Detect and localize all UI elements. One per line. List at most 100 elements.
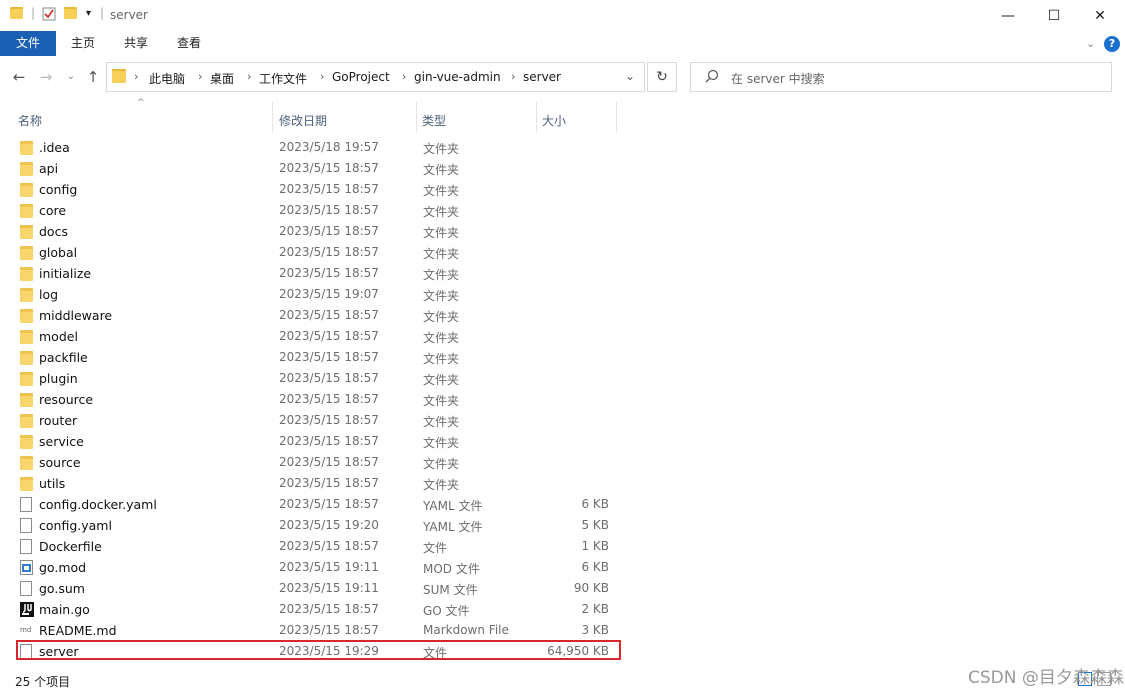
file-row[interactable]: config 2023/5/15 18:57 文件夹 <box>0 179 1125 200</box>
tab-view[interactable]: 查看 <box>164 31 214 56</box>
file-row[interactable]: utils 2023/5/15 18:57 文件夹 <box>0 473 1125 494</box>
file-type: 文件夹 <box>423 142 460 156</box>
file-row[interactable]: middleware 2023/5/15 18:57 文件夹 <box>0 305 1125 326</box>
file-row[interactable]: source 2023/5/15 18:57 文件夹 <box>0 452 1125 473</box>
file-row[interactable]: global 2023/5/15 18:57 文件夹 <box>0 242 1125 263</box>
file-name: go.mod <box>39 560 87 575</box>
file-type: 文件夹 <box>423 331 460 345</box>
file-row[interactable]: core 2023/5/15 18:57 文件夹 <box>0 200 1125 221</box>
file-row[interactable]: packfile 2023/5/15 18:57 文件夹 <box>0 347 1125 368</box>
file-row[interactable]: config.yaml 2023/5/15 19:20 YAML 文件 5 KB <box>0 515 1125 536</box>
column-divider[interactable] <box>272 102 273 132</box>
forward-button[interactable]: → <box>37 68 55 86</box>
breadcrumb-item[interactable]: gin-vue-admin <box>414 70 501 84</box>
column-header-type[interactable]: 类型 <box>422 110 446 136</box>
chevron-right-icon[interactable]: › <box>402 70 406 83</box>
refresh-button[interactable]: ↻ <box>647 62 677 92</box>
file-size: 1 KB <box>581 539 609 553</box>
file-type: 文件夹 <box>423 163 460 177</box>
file-row[interactable]: main.go 2023/5/15 18:57 GO 文件 2 KB <box>0 599 1125 620</box>
file-modified-date: 2023/5/15 18:57 <box>279 245 379 259</box>
file-row[interactable]: plugin 2023/5/15 18:57 文件夹 <box>0 368 1125 389</box>
file-modified-date: 2023/5/15 18:57 <box>279 623 379 637</box>
recent-locations-icon[interactable]: ⌄ <box>62 68 80 86</box>
tab-file[interactable]: 文件 <box>0 31 57 56</box>
breadcrumb-item[interactable]: 工作文件 <box>259 70 307 87</box>
column-divider[interactable] <box>536 102 537 132</box>
up-button[interactable]: ↑ <box>84 68 102 86</box>
file-row[interactable]: config.docker.yaml 2023/5/15 18:57 YAML 文件… <box>0 494 1125 515</box>
column-header-date[interactable]: 修改日期 <box>279 110 327 136</box>
file-modified-date: 2023/5/15 18:57 <box>279 434 379 448</box>
folder-icon <box>20 371 33 386</box>
file-modified-date: 2023/5/15 19:11 <box>279 560 379 574</box>
file-name: config <box>39 182 78 197</box>
column-divider[interactable] <box>616 102 617 132</box>
file-size: 2 KB <box>581 602 609 616</box>
back-button[interactable]: ← <box>10 68 28 86</box>
breadcrumb-item[interactable]: server <box>523 70 561 84</box>
breadcrumb-item[interactable]: GoProject <box>332 70 390 84</box>
search-input[interactable]: 在 server 中搜索 <box>690 62 1112 92</box>
new-folder-icon[interactable] <box>64 7 78 21</box>
tab-share[interactable]: 共享 <box>111 31 161 56</box>
file-name: middleware <box>39 308 113 323</box>
breadcrumb-item[interactable]: 此电脑 <box>149 70 185 87</box>
file-name: docs <box>39 224 68 239</box>
folder-icon <box>20 161 33 176</box>
maximize-button[interactable]: ☐ <box>1031 0 1077 31</box>
file-type: 文件夹 <box>423 184 460 198</box>
chevron-down-icon[interactable]: ⌄ <box>625 69 635 83</box>
chevron-down-icon[interactable]: ▾ <box>86 8 91 19</box>
file-modified-date: 2023/5/15 18:57 <box>279 161 379 175</box>
file-modified-date: 2023/5/15 18:57 <box>279 497 379 511</box>
chevron-down-icon[interactable]: ⌄ <box>1086 37 1095 50</box>
ribbon-tabs: 文件 主页 共享 查看 ⌄ ? <box>0 31 1125 56</box>
file-row[interactable]: go.mod 2023/5/15 19:11 MOD 文件 6 KB <box>0 557 1125 578</box>
folder-icon <box>20 329 33 344</box>
sort-ascending-icon: ^ <box>137 98 145 108</box>
chevron-right-icon[interactable]: › <box>198 70 202 83</box>
column-header-size[interactable]: 大小 <box>542 110 566 136</box>
file-type: Markdown File <box>423 623 509 637</box>
file-name: resource <box>39 392 94 407</box>
file-row[interactable]: initialize 2023/5/15 18:57 文件夹 <box>0 263 1125 284</box>
file-name: router <box>39 413 78 428</box>
file-type: 文件 <box>423 541 448 555</box>
file-name: service <box>39 434 84 449</box>
file-row[interactable]: resource 2023/5/15 18:57 文件夹 <box>0 389 1125 410</box>
chevron-right-icon[interactable]: › <box>134 70 138 83</box>
tab-home[interactable]: 主页 <box>58 31 108 56</box>
close-button[interactable]: ✕ <box>1077 0 1123 31</box>
file-type: 文件夹 <box>423 415 460 429</box>
folder-icon <box>20 224 33 239</box>
file-icon <box>20 581 33 596</box>
help-icon[interactable]: ? <box>1104 36 1120 52</box>
file-row[interactable]: .idea 2023/5/18 19:57 文件夹 <box>0 137 1125 158</box>
file-type: 文件夹 <box>423 205 460 219</box>
file-row[interactable]: Dockerfile 2023/5/15 18:57 文件 1 KB <box>0 536 1125 557</box>
chevron-right-icon[interactable]: › <box>247 70 251 83</box>
file-name: plugin <box>39 371 78 386</box>
file-row[interactable]: api 2023/5/15 18:57 文件夹 <box>0 158 1125 179</box>
chevron-right-icon[interactable]: › <box>511 70 515 83</box>
file-row[interactable]: md README.md 2023/5/15 18:57 Markdown File 3… <box>0 620 1125 641</box>
file-name: go.sum <box>39 581 85 596</box>
column-divider[interactable] <box>416 102 417 132</box>
file-row[interactable]: go.sum 2023/5/15 19:11 SUM 文件 90 KB <box>0 578 1125 599</box>
file-row[interactable]: log 2023/5/15 19:07 文件夹 <box>0 284 1125 305</box>
file-row[interactable]: docs 2023/5/15 18:57 文件夹 <box>0 221 1125 242</box>
file-size: 6 KB <box>581 560 609 574</box>
chevron-right-icon[interactable]: › <box>320 70 324 83</box>
minimize-button[interactable]: — <box>985 0 1031 31</box>
address-bar[interactable]: › 此电脑 › 桌面 › 工作文件 › GoProject › gin-vue-… <box>106 62 645 92</box>
file-row[interactable]: model 2023/5/15 18:57 文件夹 <box>0 326 1125 347</box>
file-name: log <box>39 287 59 302</box>
folder-icon <box>20 308 33 323</box>
file-row[interactable]: service 2023/5/15 18:57 文件夹 <box>0 431 1125 452</box>
column-header-name[interactable]: 名称 <box>18 110 42 136</box>
file-type: 文件夹 <box>423 289 460 303</box>
file-row[interactable]: router 2023/5/15 18:57 文件夹 <box>0 410 1125 431</box>
properties-icon[interactable] <box>42 7 56 21</box>
breadcrumb-item[interactable]: 桌面 <box>210 70 234 87</box>
